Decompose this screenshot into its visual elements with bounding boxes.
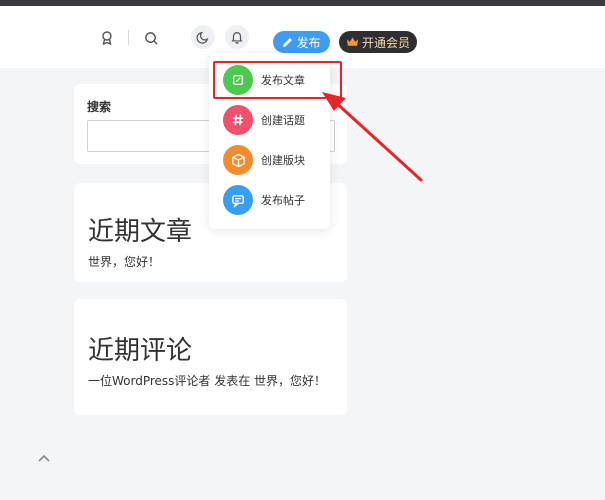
chat-bubble-icon: [223, 185, 253, 215]
menu-item-create-topic[interactable]: 创建话题: [209, 101, 330, 139]
menu-item-label: 创建版块: [261, 154, 305, 167]
recent-comments-widget: 近期评论 一位WordPress评论者 发表在 世界，您好！: [74, 299, 347, 415]
recent-comment-item[interactable]: 一位WordPress评论者 发表在 世界，您好！: [88, 372, 326, 389]
header-divider: [128, 30, 129, 45]
crown-icon: [346, 36, 359, 48]
recent-comments-title: 近期评论: [88, 336, 193, 366]
dark-mode-toggle[interactable]: [191, 25, 215, 49]
recent-post-link[interactable]: 世界，您好！: [88, 253, 160, 270]
pencil-icon: [282, 37, 293, 48]
menu-item-publish-post[interactable]: 发布帖子: [209, 181, 330, 219]
publish-button-label: 发布: [296, 35, 321, 50]
search-icon[interactable]: [142, 29, 160, 47]
search-label: 搜索: [87, 100, 112, 114]
menu-item-create-section[interactable]: 创建版块: [209, 141, 330, 179]
back-to-top-button[interactable]: [36, 450, 52, 466]
vip-button[interactable]: 开通会员: [339, 31, 417, 53]
moon-icon: [196, 30, 210, 44]
notifications-button[interactable]: [225, 25, 249, 49]
hashtag-icon: [223, 105, 253, 135]
publish-dropdown-menu: 发布文章 创建话题 创建版块 发布帖子: [209, 53, 330, 229]
cube-icon: [223, 145, 253, 175]
menu-item-label: 发布帖子: [261, 194, 305, 207]
menu-item-label: 创建话题: [261, 114, 305, 127]
publish-button[interactable]: 发布: [273, 31, 330, 53]
medal-icon[interactable]: [98, 29, 116, 47]
bell-icon: [230, 30, 244, 44]
menu-item-publish-article[interactable]: 发布文章: [209, 61, 330, 99]
vip-button-label: 开通会员: [361, 35, 410, 50]
chevron-up-icon: [38, 454, 50, 462]
recent-posts-title: 近期文章: [88, 217, 193, 247]
menu-item-label: 发布文章: [261, 74, 305, 87]
pencil-icon: [223, 65, 253, 95]
